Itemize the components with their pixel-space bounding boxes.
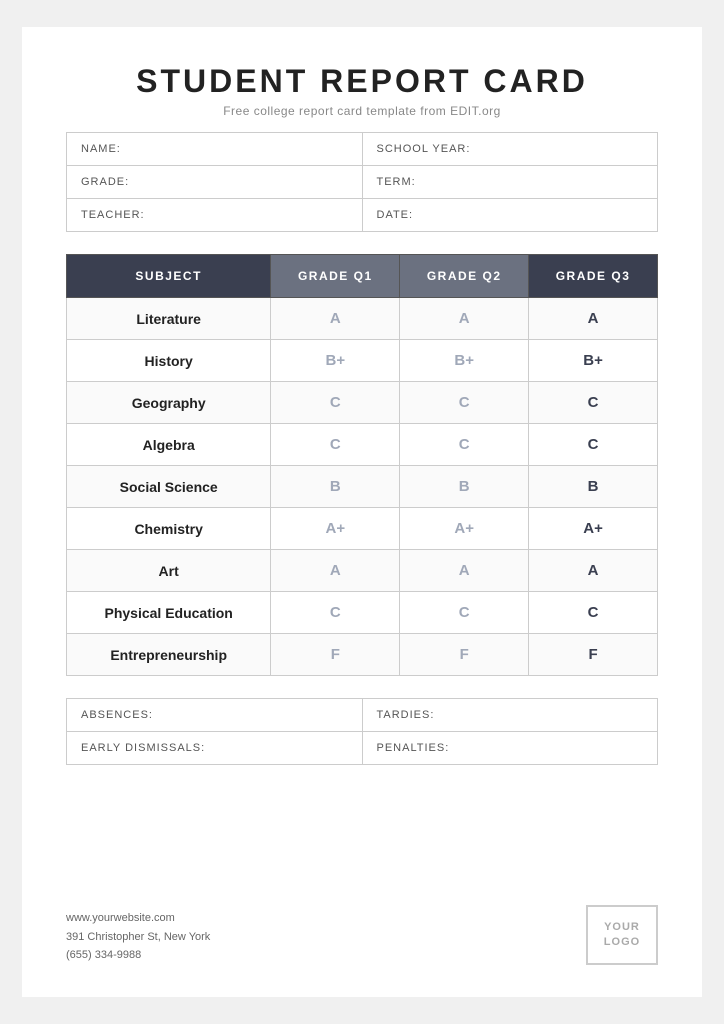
footer-contact: www.yourwebsite.com 391 Christopher St, …	[66, 909, 210, 965]
subject-name: Algebra	[67, 424, 271, 466]
grade-q2: C	[400, 424, 529, 466]
subtitle: Free college report card template from E…	[66, 104, 658, 118]
grade-q1: C	[271, 424, 400, 466]
q1-header: GRADE Q1	[271, 255, 400, 298]
table-row: LiteratureAAA	[67, 298, 658, 340]
grade-q1: F	[271, 634, 400, 676]
report-card-page: STUDENT REPORT CARD Free college report …	[22, 27, 702, 997]
teacher-label: TEACHER:	[67, 199, 363, 232]
early-dismissals-label: EARLY DISMISSALS:	[67, 732, 363, 765]
grade-q1: B	[271, 466, 400, 508]
grade-q1: C	[271, 382, 400, 424]
grade-q2: B	[400, 466, 529, 508]
table-row: AlgebraCCC	[67, 424, 658, 466]
absences-label: ABSENCES:	[67, 699, 363, 732]
grade-q3: B	[529, 466, 658, 508]
tardies-label: TARDIES:	[362, 699, 658, 732]
grade-q3: A+	[529, 508, 658, 550]
q2-header: GRADE Q2	[400, 255, 529, 298]
grade-q2: A	[400, 298, 529, 340]
grade-q1: A	[271, 550, 400, 592]
grade-q2: C	[400, 592, 529, 634]
subject-header: SUBJECT	[67, 255, 271, 298]
grade-q3: C	[529, 382, 658, 424]
penalties-label: PENALTIES:	[362, 732, 658, 765]
title-section: STUDENT REPORT CARD Free college report …	[66, 63, 658, 118]
grade-q2: B+	[400, 340, 529, 382]
grade-q3: B+	[529, 340, 658, 382]
grade-q3: A	[529, 298, 658, 340]
grade-q2: A	[400, 550, 529, 592]
term-label: TERM:	[362, 166, 658, 199]
grade-q1: B+	[271, 340, 400, 382]
subject-name: Social Science	[67, 466, 271, 508]
q3-header: GRADE Q3	[529, 255, 658, 298]
grade-q3: F	[529, 634, 658, 676]
footer-phone: (655) 334-9988	[66, 946, 210, 965]
school-year-label: SCHOOL YEAR:	[362, 133, 658, 166]
footer-website: www.yourwebsite.com	[66, 909, 210, 928]
subject-name: History	[67, 340, 271, 382]
subject-name: Geography	[67, 382, 271, 424]
info-table: NAME: SCHOOL YEAR: GRADE: TERM: TEACHER:…	[66, 132, 658, 232]
attendance-table: ABSENCES: TARDIES: EARLY DISMISSALS: PEN…	[66, 698, 658, 765]
subject-name: Art	[67, 550, 271, 592]
grade-q2: A+	[400, 508, 529, 550]
table-row: GeographyCCC	[67, 382, 658, 424]
grades-table: SUBJECT GRADE Q1 GRADE Q2 GRADE Q3 Liter…	[66, 254, 658, 676]
table-row: HistoryB+B+B+	[67, 340, 658, 382]
table-row: EntrepreneurshipFFF	[67, 634, 658, 676]
footer: www.yourwebsite.com 391 Christopher St, …	[66, 897, 658, 965]
main-title: STUDENT REPORT CARD	[66, 63, 658, 100]
subject-name: Physical Education	[67, 592, 271, 634]
grade-label: GRADE:	[67, 166, 363, 199]
table-row: Physical EducationCCC	[67, 592, 658, 634]
grade-q3: C	[529, 592, 658, 634]
date-label: DATE:	[362, 199, 658, 232]
grade-q1: A+	[271, 508, 400, 550]
name-label: NAME:	[67, 133, 363, 166]
footer-address: 391 Christopher St, New York	[66, 928, 210, 947]
subject-name: Literature	[67, 298, 271, 340]
subject-name: Entrepreneurship	[67, 634, 271, 676]
grade-q2: F	[400, 634, 529, 676]
grade-q1: A	[271, 298, 400, 340]
table-row: ChemistryA+A+A+	[67, 508, 658, 550]
logo-box: YOURLOGO	[586, 905, 658, 965]
grade-q3: C	[529, 424, 658, 466]
grade-q3: A	[529, 550, 658, 592]
table-row: ArtAAA	[67, 550, 658, 592]
grade-q2: C	[400, 382, 529, 424]
grade-q1: C	[271, 592, 400, 634]
table-row: Social ScienceBBB	[67, 466, 658, 508]
subject-name: Chemistry	[67, 508, 271, 550]
